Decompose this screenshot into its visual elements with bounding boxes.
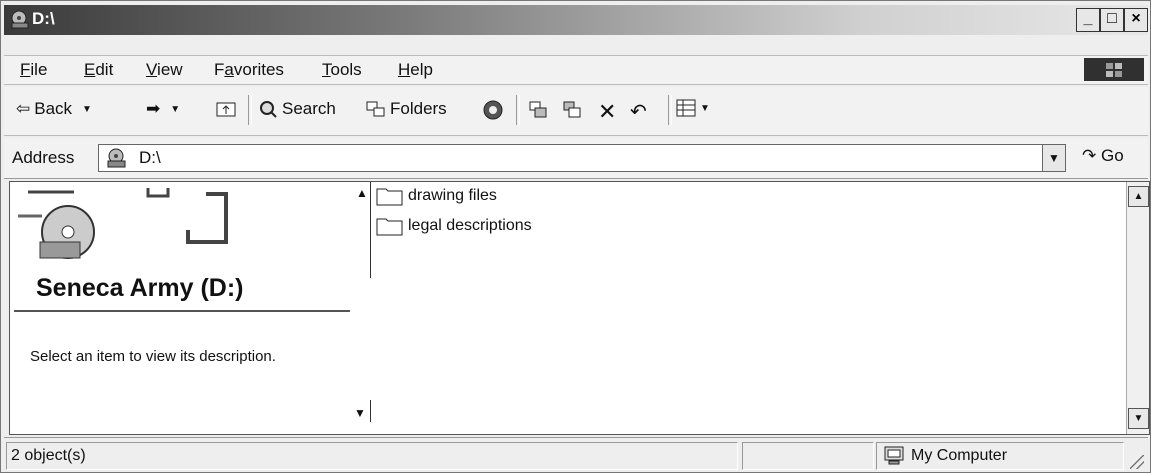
- web-view-pane: Seneca Army (D:) Select an item to view …: [10, 182, 372, 434]
- scroll-up-button[interactable]: ▲: [1128, 186, 1149, 207]
- history-button[interactable]: [482, 99, 504, 121]
- delete-button[interactable]: ✕: [598, 99, 616, 125]
- list-item[interactable]: drawing files: [376, 186, 497, 206]
- pane-scrollbar-bottom: [370, 400, 371, 422]
- minimize-button[interactable]: _: [1076, 8, 1100, 32]
- title-divider: [14, 310, 350, 312]
- folders-button[interactable]: Folders: [366, 99, 447, 119]
- views-icon: [676, 99, 696, 117]
- back-button[interactable]: ⇦ Back ▼: [16, 99, 92, 119]
- windows-logo: [1084, 58, 1144, 81]
- move-to-button[interactable]: [528, 99, 548, 119]
- search-icon: [260, 101, 277, 118]
- pane-scrollbar: [370, 182, 371, 278]
- copy-to-button[interactable]: [562, 99, 582, 119]
- search-button[interactable]: Search: [258, 99, 336, 119]
- status-zone: My Computer: [876, 442, 1124, 470]
- scroll-down-button[interactable]: ▼: [1128, 408, 1149, 429]
- move-to-icon: [529, 101, 547, 118]
- forward-button[interactable]: ➡ ▼: [146, 99, 180, 119]
- undo-icon: ↶: [630, 101, 647, 123]
- pane-scroll-down-icon[interactable]: ▼: [354, 406, 366, 420]
- resize-grip[interactable]: [1130, 455, 1144, 469]
- list-item[interactable]: legal descriptions: [376, 216, 532, 236]
- drive-graphic-icon: [18, 188, 228, 259]
- history-icon: [483, 100, 503, 120]
- drive-icon: [107, 148, 126, 168]
- description-text: Select an item to view its description.: [30, 348, 276, 365]
- drive-icon: [11, 10, 29, 29]
- menu-favorites[interactable]: Favorites: [214, 60, 284, 80]
- forward-arrow-icon: ➡: [146, 99, 161, 118]
- delete-icon: ✕: [598, 99, 617, 124]
- address-label: Address: [12, 148, 75, 167]
- menu-bar: File Edit View Favorites Tools Help: [4, 55, 1148, 85]
- close-button[interactable]: ×: [1124, 8, 1148, 32]
- file-list: drawing files legal descriptions: [374, 182, 1127, 434]
- up-folder-icon: [216, 102, 236, 117]
- vertical-scrollbar[interactable]: ▲ ▼: [1126, 182, 1149, 434]
- up-folder-button[interactable]: [216, 99, 236, 117]
- status-count: 2 object(s): [6, 442, 738, 470]
- chevron-down-icon: ▼: [170, 103, 181, 115]
- menu-help[interactable]: Help: [398, 60, 433, 80]
- standard-toolbar: ⇦ Back ▼ ➡ ▼ Search Folders ✕ ↶ ▼: [4, 87, 1148, 136]
- back-arrow-icon: ⇦: [16, 99, 31, 118]
- title-bar[interactable]: D:\ _ □ ×: [4, 5, 1148, 35]
- copy-to-icon: [563, 101, 581, 118]
- go-arrow-icon: ↷: [1082, 146, 1097, 165]
- pane-scroll-up-icon[interactable]: ▲: [356, 186, 368, 200]
- status-bar: 2 object(s) My Computer: [4, 437, 1148, 472]
- folder-icon: [376, 218, 403, 236]
- menu-edit[interactable]: Edit: [84, 60, 113, 80]
- computer-icon: [884, 446, 904, 465]
- drive-title: Seneca Army (D:): [36, 274, 244, 302]
- chevron-down-icon: ▼: [700, 102, 710, 114]
- chevron-down-icon: ▼: [82, 103, 92, 115]
- status-empty-cell: [742, 442, 874, 470]
- address-value: D:\: [139, 148, 161, 167]
- folder-icon: [376, 188, 403, 206]
- content-area: Seneca Army (D:) Select an item to view …: [9, 181, 1150, 435]
- explorer-window: D:\ _ □ × File Edit View Favorites Tools…: [0, 0, 1151, 473]
- address-input[interactable]: D:\ ▼: [98, 144, 1066, 172]
- menu-view[interactable]: View: [146, 60, 183, 80]
- address-bar: Address D:\ ▼ ↷ Go: [4, 138, 1148, 179]
- menu-file[interactable]: File: [20, 60, 47, 80]
- maximize-button[interactable]: □: [1100, 8, 1124, 32]
- folders-icon: [366, 101, 385, 117]
- menu-tools[interactable]: Tools: [322, 60, 362, 80]
- undo-button[interactable]: ↶: [630, 99, 647, 124]
- views-button[interactable]: ▼: [676, 99, 710, 117]
- window-title: D:\: [32, 9, 55, 28]
- address-dropdown-button[interactable]: ▼: [1042, 145, 1065, 171]
- go-button[interactable]: ↷ Go: [1082, 146, 1124, 166]
